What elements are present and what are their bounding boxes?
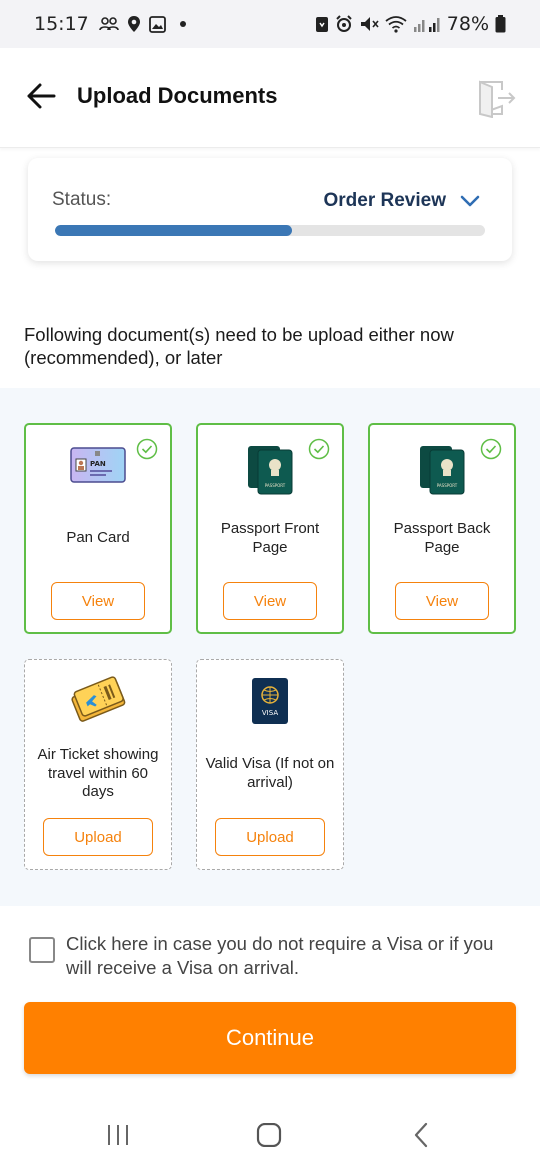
svg-text:PAN: PAN [90, 460, 106, 468]
order-status-card: Status: Order Review [28, 158, 512, 261]
check-circle-icon [480, 438, 502, 460]
view-button[interactable]: View [51, 582, 145, 620]
notification-dot [179, 21, 186, 27]
passport-icon: PASSPORT [240, 443, 300, 497]
document-label: Pan Card [66, 529, 130, 546]
visa-not-required-checkbox[interactable] [29, 937, 55, 963]
upload-button[interactable]: Upload [215, 818, 325, 856]
document-card-passport-front: PASSPORT Passport Front Page View [196, 423, 344, 634]
home-icon [256, 1123, 282, 1147]
battery-icon [495, 15, 506, 33]
alarm-icon [336, 15, 352, 32]
visa-not-required-label[interactable]: Click here in case you do not require a … [66, 932, 519, 980]
app-header: Upload Documents [0, 48, 540, 148]
svg-text:VISA: VISA [262, 709, 278, 717]
view-button[interactable]: View [223, 582, 317, 620]
check-circle-icon [308, 438, 330, 460]
document-card-visa: VISA Valid Visa (If not on arrival) Uplo… [196, 659, 344, 870]
document-label: Passport Back Page [393, 520, 491, 556]
continue-button[interactable]: Continue [24, 1002, 516, 1074]
documents-section: PAN Pan Card View PASSPORT Passport Fron… [0, 388, 540, 906]
logout-button[interactable] [476, 78, 518, 119]
visa-icon: VISA [250, 676, 290, 726]
check-circle-icon [136, 438, 158, 460]
back-arrow-icon [27, 83, 56, 109]
document-card-passport-back: PASSPORT Passport Back Page View [368, 423, 516, 634]
signal-icon [413, 18, 440, 32]
passport-icon: PASSPORT [412, 443, 472, 497]
clock-time: 15:17 [34, 13, 89, 35]
status-progress-fill [55, 225, 292, 236]
visa-not-required-row: Click here in case you do not require a … [29, 932, 519, 980]
view-button[interactable]: View [395, 582, 489, 620]
air-ticket-icon [68, 674, 128, 726]
system-navigation-bar [0, 1100, 540, 1170]
app-notification-icon [315, 17, 328, 32]
gallery-icon [148, 15, 166, 33]
status-value[interactable]: Order Review [324, 190, 447, 212]
document-label: Valid Visa (If not on arrival) [205, 755, 335, 791]
recent-apps-button[interactable] [98, 1120, 138, 1150]
upload-instructions: Following document(s) need to be upload … [24, 324, 454, 368]
chevron-left-icon [414, 1122, 428, 1148]
svg-text:PASSPORT: PASSPORT [437, 483, 458, 488]
system-back-button[interactable] [401, 1120, 441, 1150]
back-button[interactable] [26, 82, 60, 112]
document-card-pan: PAN Pan Card View [24, 423, 172, 634]
svg-text:PASSPORT: PASSPORT [265, 483, 286, 488]
battery-percentage: 78% [446, 13, 489, 35]
wifi-icon [385, 16, 407, 33]
pan-card-icon: PAN [70, 445, 126, 485]
home-button[interactable] [249, 1120, 289, 1150]
status-label: Status: [52, 189, 112, 210]
location-icon [127, 16, 140, 32]
upload-button[interactable]: Upload [43, 818, 153, 856]
group-icon [98, 17, 119, 31]
system-status-bar: 15:17 78% [0, 0, 540, 48]
mute-icon [360, 17, 379, 31]
logout-door-icon [479, 80, 516, 119]
status-progress-bar [55, 225, 485, 236]
recent-apps-icon [108, 1125, 128, 1145]
document-card-air-ticket: Air Ticket showing travel within 60 days… [24, 659, 172, 870]
page-title: Upload Documents [77, 83, 278, 108]
document-label: Passport Front Page [220, 520, 320, 556]
chevron-down-icon[interactable] [460, 194, 480, 208]
document-label: Air Ticket showing travel within 60 days [37, 746, 159, 800]
